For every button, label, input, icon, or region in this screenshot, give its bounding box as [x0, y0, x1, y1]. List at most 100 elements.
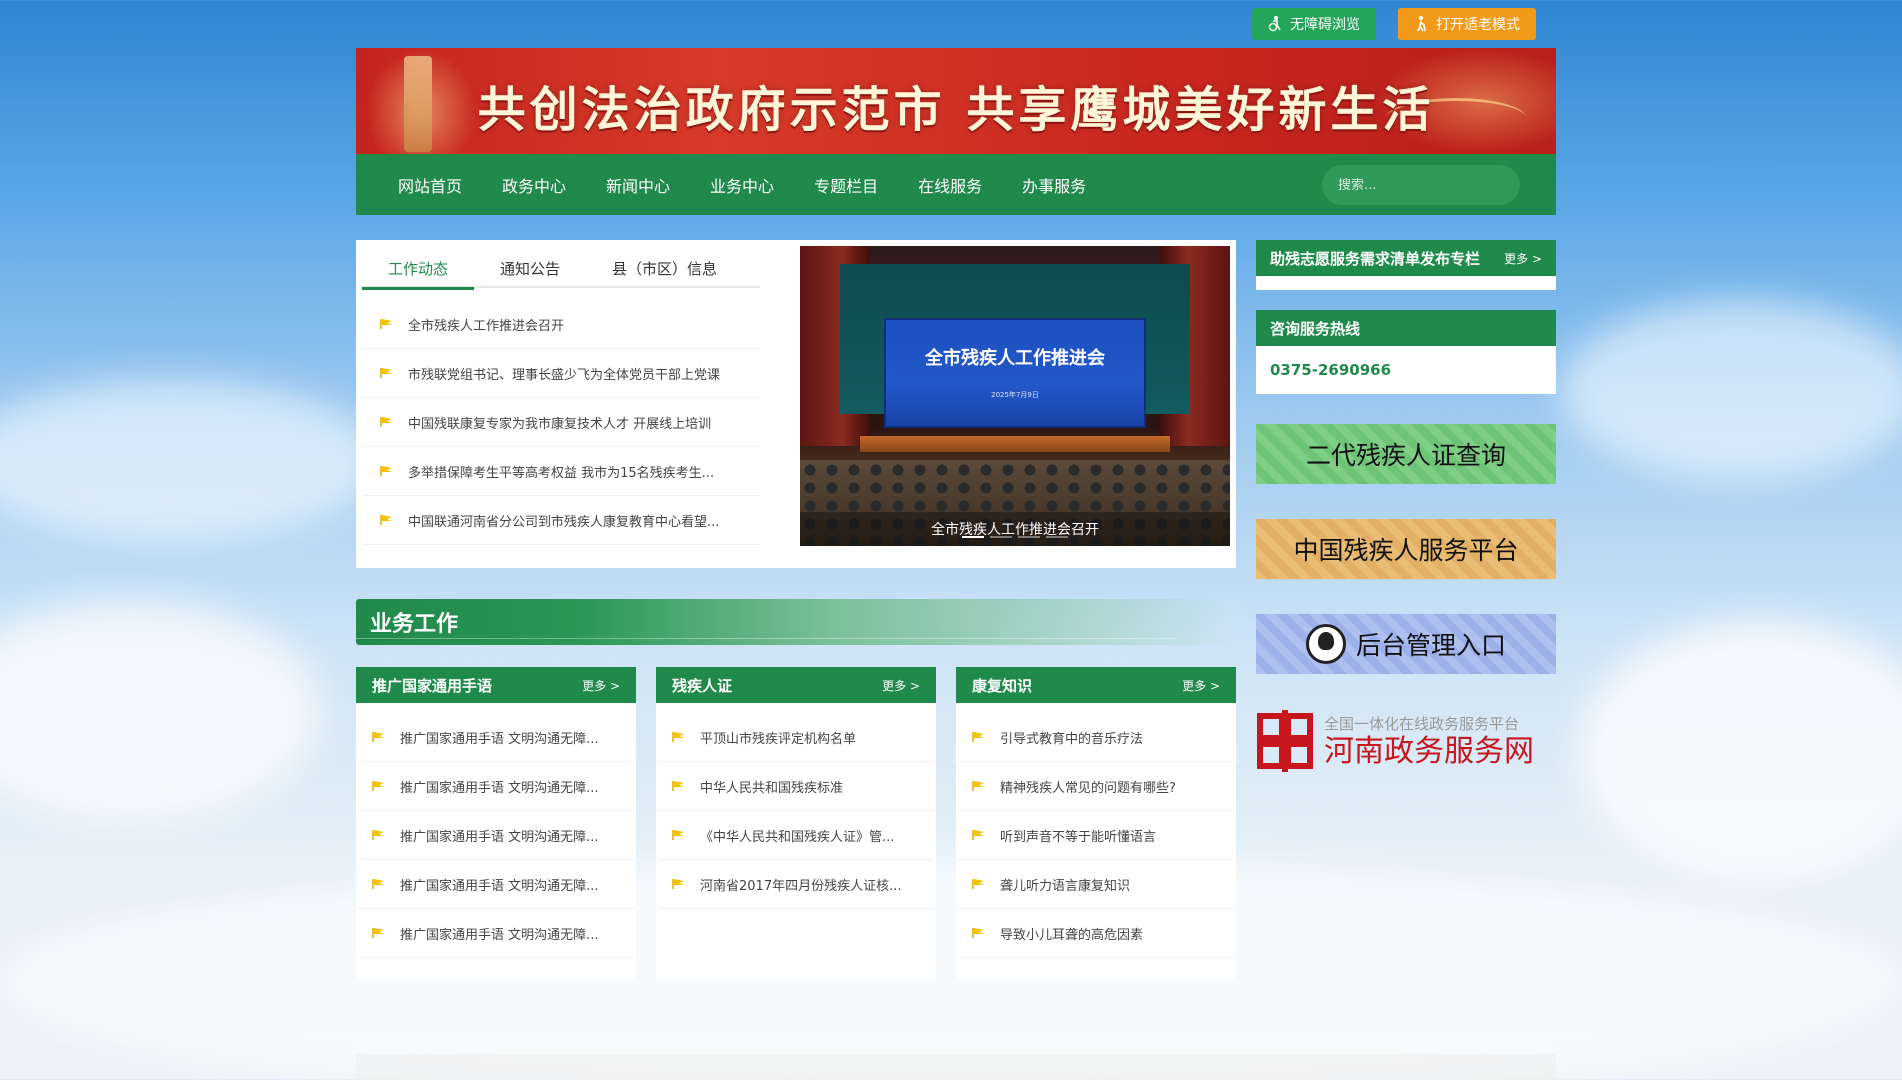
list-item-title: 聋儿听力语言康复知识	[1000, 878, 1131, 894]
flag-icon	[672, 781, 684, 791]
column-list: 推广国家通用手语 文明沟通无障... 推广国家通用手语 文明沟通无障... 推广…	[356, 703, 636, 958]
feature-caption[interactable]: 全市残疾人工作推进会召开	[800, 512, 1230, 546]
list-item-title: 引导式教育中的音乐疗法	[1000, 731, 1144, 747]
list-item[interactable]: 推广国家通用手语 文明沟通无障...	[358, 713, 634, 762]
list-item[interactable]: 中国残联康复专家为我市康复技术人才 开展线上培训	[362, 398, 760, 447]
flag-icon	[672, 732, 684, 742]
top-banner: 共创法治政府示范市 共享鹰城美好新生活	[356, 48, 1556, 154]
flag-icon	[372, 830, 384, 840]
divider	[356, 638, 1176, 639]
list-item[interactable]: 导致小儿耳聋的高危因素	[958, 909, 1234, 958]
column-disability-card: 残疾人证 更多 > 平顶山市残疾评定机构名单 中华人民共和国残疾标准 《中华人民…	[656, 667, 936, 980]
list-item[interactable]: 平顶山市残疾评定机构名单	[658, 713, 934, 762]
list-item[interactable]: 精神残疾人常见的问题有哪些?	[958, 762, 1234, 811]
more-link[interactable]: 更多 >	[882, 677, 920, 694]
henan-gov-logo-icon	[1257, 710, 1313, 772]
nav-item-government[interactable]: 政务中心	[482, 154, 586, 215]
list-item[interactable]: 河南省2017年四月份残疾人证核...	[658, 860, 934, 909]
promo-label: 后台管理入口	[1355, 631, 1506, 660]
list-item-title: 推广国家通用手语 文明沟通无障...	[400, 878, 599, 894]
list-item[interactable]: 中国联通河南省分公司到市残疾人康复教育中心看望...	[362, 496, 760, 545]
carousel-dots	[800, 536, 1230, 538]
list-item[interactable]: 推广国家通用手语 文明沟通无障...	[358, 762, 634, 811]
henan-text-block: 全国一体化在线政务服务平台 河南政务服务网	[1324, 713, 1534, 770]
column-header: 推广国家通用手语 更多 >	[356, 667, 636, 703]
conference-screen: 全市残疾人工作推进会 2025年7月9日	[884, 318, 1146, 428]
carousel-dot[interactable]	[990, 536, 1012, 538]
volunteer-title[interactable]: 助残志愿服务需求清单发布专栏	[1270, 248, 1480, 269]
screen-date: 2025年7月9日	[991, 391, 1039, 399]
list-item[interactable]: 推广国家通用手语 文明沟通无障...	[358, 909, 634, 958]
flag-icon	[380, 417, 392, 427]
disability-card-query-banner[interactable]: 二代残疾人证查询	[1256, 424, 1556, 484]
flag-icon	[972, 830, 984, 840]
volunteer-header: 助残志愿服务需求清单发布专栏 更多 >	[1256, 240, 1556, 276]
tab-work-updates[interactable]: 工作动态	[362, 248, 475, 290]
list-item[interactable]: 引导式教育中的音乐疗法	[958, 713, 1234, 762]
list-item-title: 导致小儿耳聋的高危因素	[1000, 927, 1144, 943]
elder-icon	[1417, 16, 1426, 32]
hotline-title: 咨询服务热线	[1270, 319, 1361, 338]
henan-subtitle: 全国一体化在线政务服务平台	[1324, 714, 1520, 733]
promo-label: 中国残疾人服务平台	[1293, 536, 1519, 565]
disability-service-platform-banner[interactable]: 中国残疾人服务平台	[1256, 519, 1556, 579]
elder-mode-label: 打开适老模式	[1436, 17, 1520, 33]
list-item[interactable]: 中华人民共和国残疾标准	[658, 762, 934, 811]
more-link[interactable]: 更多 >	[582, 677, 620, 694]
list-item[interactable]: 《中华人民共和国残疾人证》管...	[658, 811, 934, 860]
carousel-dot[interactable]	[1018, 536, 1040, 538]
more-link[interactable]: 更多 >	[1504, 250, 1542, 267]
column-rehab-knowledge: 康复知识 更多 > 引导式教育中的音乐疗法 精神残疾人常见的问题有哪些? 听到声…	[956, 667, 1236, 980]
cloud-decoration	[0, 380, 380, 540]
list-item[interactable]: 推广国家通用手语 文明沟通无障...	[358, 811, 634, 860]
list-item[interactable]: 全市残疾人工作推进会召开	[362, 300, 760, 349]
henan-gov-service-link[interactable]: 全国一体化在线政务服务平台 河南政务服务网	[1256, 710, 1556, 772]
hotline-number: 0375-2690966	[1270, 361, 1392, 379]
news-list: 全市残疾人工作推进会召开 市残联党组书记、理事长盛少飞为全体党员干部上党课 中国…	[362, 300, 760, 545]
flag-icon	[672, 879, 684, 889]
hotline-box: 咨询服务热线 0375-2690966	[1256, 310, 1556, 394]
nav-item-home[interactable]: 网站首页	[378, 154, 482, 215]
accessible-browse-button[interactable]: 无障碍浏览	[1252, 8, 1376, 40]
list-item-title: 听到声音不等于能听懂语言	[1000, 829, 1157, 845]
right-sidebar: 助残志愿服务需求清单发布专栏 更多 > 咨询服务热线 0375-2690966 …	[1256, 240, 1556, 772]
volunteer-box: 助残志愿服务需求清单发布专栏 更多 >	[1256, 240, 1556, 290]
nav-item-business[interactable]: 业务中心	[690, 154, 794, 215]
column-title: 残疾人证	[672, 676, 733, 695]
nav-item-news[interactable]: 新闻中心	[586, 154, 690, 215]
nav-item-online-service[interactable]: 在线服务	[898, 154, 1002, 215]
list-item-title: 中华人民共和国残疾标准	[700, 780, 844, 796]
screen-title: 全市残疾人工作推进会	[925, 348, 1105, 369]
news-item-title: 中国联通河南省分公司到市残疾人康复教育中心看望...	[408, 514, 720, 530]
feature-image-carousel[interactable]: 全市残疾人工作推进会 2025年7月9日 全市残疾人工作推进会召开	[800, 246, 1230, 546]
accessibility-icon	[1268, 16, 1281, 32]
column-title: 推广国家通用手语	[372, 676, 493, 695]
admin-login-banner[interactable]: 后台管理入口	[1256, 614, 1556, 674]
list-item[interactable]: 听到声音不等于能听懂语言	[958, 811, 1234, 860]
column-title: 康复知识	[972, 676, 1033, 695]
list-item[interactable]: 多举措保障考生平等高考权益 我市为15名残疾考生...	[362, 447, 760, 496]
search-input[interactable]	[1338, 177, 1508, 193]
cloud-decoration	[1580, 620, 1902, 880]
flag-icon	[972, 732, 984, 742]
cloud-decoration	[0, 860, 1902, 1080]
news-item-title: 多举措保障考生平等高考权益 我市为15名残疾考生...	[408, 465, 715, 481]
carousel-dot[interactable]	[1046, 536, 1068, 538]
flag-icon	[380, 319, 392, 329]
tab-notices[interactable]: 通知公告	[474, 248, 586, 288]
list-item[interactable]: 市残联党组书记、理事长盛少飞为全体党员干部上党课	[362, 349, 760, 398]
nav-item-topics[interactable]: 专题栏目	[794, 154, 898, 215]
flag-icon	[372, 732, 384, 742]
nav-item-affairs[interactable]: 办事服务	[1002, 154, 1106, 215]
list-item-title: 推广国家通用手语 文明沟通无障...	[400, 780, 599, 796]
more-link[interactable]: 更多 >	[1182, 677, 1220, 694]
cloud-decoration	[1560, 300, 1902, 480]
carousel-dot[interactable]	[962, 536, 984, 538]
list-item[interactable]: 推广国家通用手语 文明沟通无障...	[358, 860, 634, 909]
access-toolbar: 无障碍浏览 打开适老模式	[1252, 8, 1536, 40]
hotline-header: 咨询服务热线	[1256, 310, 1556, 346]
elder-mode-button[interactable]: 打开适老模式	[1398, 8, 1536, 40]
list-item[interactable]: 聋儿听力语言康复知识	[958, 860, 1234, 909]
tab-county-info[interactable]: 县（市区）信息	[586, 248, 743, 288]
henan-title: 河南政务服务网	[1324, 733, 1534, 769]
